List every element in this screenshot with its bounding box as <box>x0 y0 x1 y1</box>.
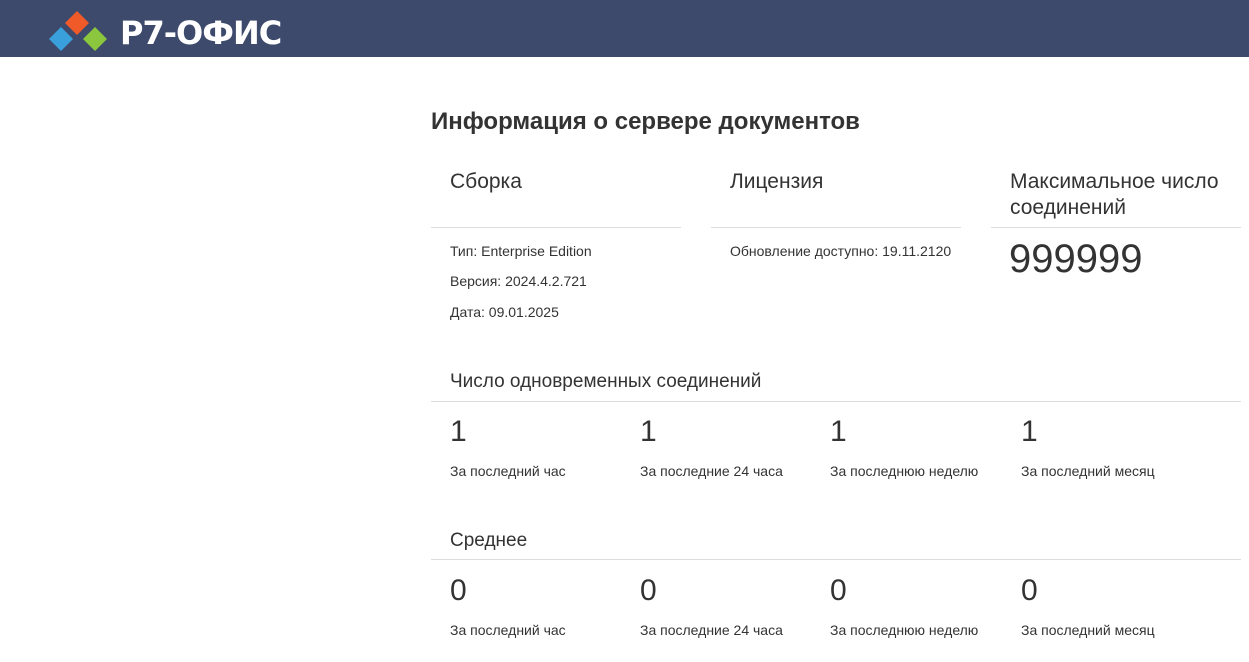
header-bar: Р7-ОФИС <box>0 0 1249 57</box>
average-hour-label: За последний час <box>450 622 566 638</box>
max-connections-value: 999999 <box>1009 237 1143 281</box>
build-date: Дата: 09.01.2025 <box>450 304 559 320</box>
average-hour-value: 0 <box>450 574 467 607</box>
concurrent-day-value: 1 <box>640 415 657 448</box>
concurrent-week-label: За последнюю неделю <box>830 463 979 479</box>
build-divider <box>431 227 681 228</box>
r7-logo-icon <box>49 11 107 51</box>
average-week-value: 0 <box>830 574 847 607</box>
concurrent-week-value: 1 <box>830 415 847 448</box>
average-title: Среднее <box>450 530 528 551</box>
average-week-label: За последнюю неделю <box>830 622 979 638</box>
average-day-label: За последние 24 часа <box>640 622 783 638</box>
license-update: Обновление доступно: 19.11.2120 <box>730 243 952 259</box>
concurrent-month-value: 1 <box>1021 415 1038 448</box>
concurrent-hour-value: 1 <box>450 415 467 448</box>
average-month-label: За последний месяц <box>1021 622 1155 638</box>
license-title: Лицензия <box>730 170 824 193</box>
concurrent-day-label: За последние 24 часа <box>640 463 783 479</box>
build-version: Версия: 2024.4.2.721 <box>450 273 587 289</box>
average-month-value: 0 <box>1021 574 1038 607</box>
max-connections-title-line2: соединений <box>1010 196 1126 219</box>
build-type: Тип: Enterprise Edition <box>450 243 592 259</box>
concurrent-divider <box>431 401 1241 402</box>
concurrent-month-label: За последний месяц <box>1021 463 1155 479</box>
license-divider <box>711 227 961 228</box>
brand-name: Р7-ОФИС <box>120 14 282 52</box>
page-title: Информация о сервере документов <box>431 108 860 135</box>
build-title: Сборка <box>450 170 522 193</box>
average-divider <box>431 559 1241 560</box>
average-day-value: 0 <box>640 574 657 607</box>
max-connections-title-line1: Максимальное число <box>1010 170 1219 193</box>
concurrent-hour-label: За последний час <box>450 463 566 479</box>
max-connections-divider <box>991 227 1241 228</box>
concurrent-title: Число одновременных соединений <box>450 371 762 392</box>
